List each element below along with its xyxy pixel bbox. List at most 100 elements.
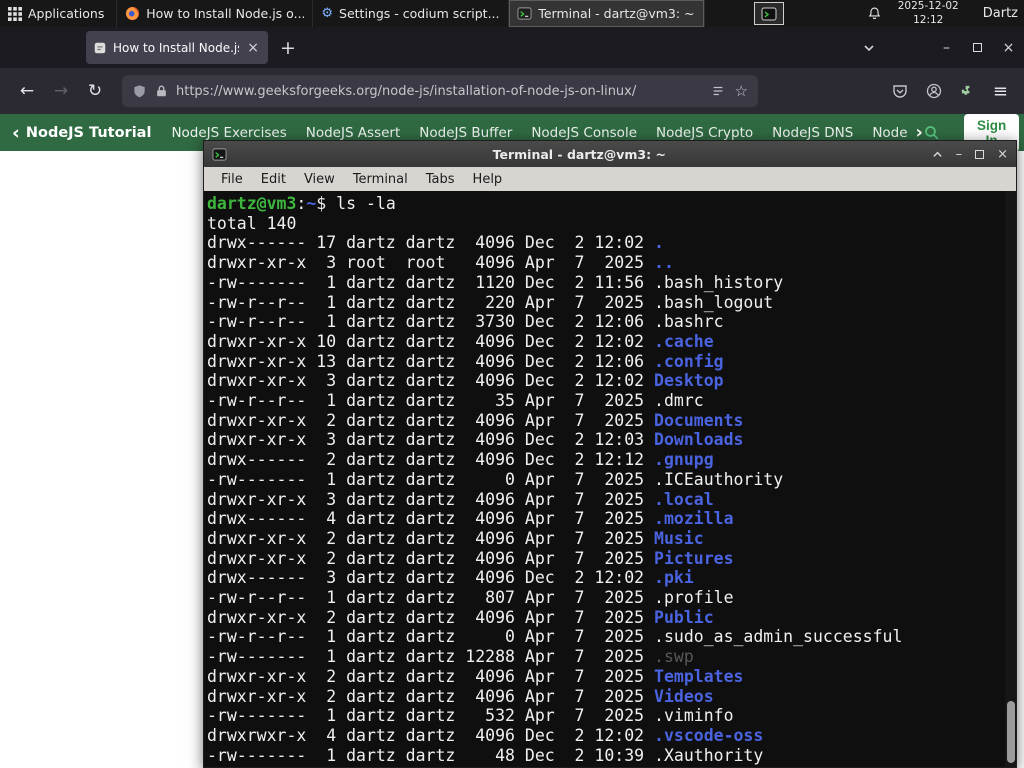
- applications-grid-icon: [8, 6, 22, 21]
- file-entry: .mozilla: [654, 509, 734, 529]
- terminal-screen[interactable]: dartz@vm3:~$ ls -la total 140 drwx------…: [204, 191, 1016, 767]
- site-nav-items: NodeJS Exercises NodeJS Assert NodeJS Buff…: [171, 125, 907, 141]
- window-maximize-button[interactable]: [962, 43, 993, 52]
- taskbar-label: Terminal - dartz@vm3: ~: [538, 6, 695, 21]
- back-button[interactable]: ←: [10, 81, 44, 101]
- window-minimize-button[interactable]: –: [931, 40, 962, 56]
- terminal-maximize-button[interactable]: [975, 149, 985, 159]
- terminal-icon: [761, 7, 777, 20]
- file-entry: .sudo_as_admin_successful: [654, 627, 903, 647]
- window-close-button[interactable]: ×: [993, 40, 1024, 56]
- reader-view-icon[interactable]: [711, 84, 725, 98]
- taskbar-label: Settings - codium script...: [339, 6, 500, 21]
- rollup-chevron-icon[interactable]: [932, 149, 943, 160]
- file-entry: Templates: [654, 666, 744, 686]
- extensions-puzzle-icon[interactable]: [960, 84, 975, 99]
- tab-close-icon[interactable]: ×: [245, 40, 261, 56]
- site-nav-link-nodejs-exercises[interactable]: NodeJS Exercises: [171, 125, 286, 141]
- search-icon: [925, 126, 939, 140]
- nodejs-tutorial-link[interactable]: ‹ NodeJS Tutorial: [12, 122, 151, 144]
- pocket-icon[interactable]: [892, 83, 908, 99]
- new-tab-button[interactable]: +: [268, 37, 308, 59]
- terminal-minimize-button[interactable]: –: [956, 147, 963, 162]
- file-entry: .ICEauthority: [654, 469, 784, 489]
- file-entry: .Xauthority: [654, 745, 764, 765]
- file-entry: .local: [654, 489, 714, 509]
- terminal-menu-file[interactable]: File: [212, 172, 252, 187]
- file-entry: .vscode-oss: [654, 725, 764, 745]
- url-bar[interactable]: https://www.geeksforgeeks.org/node-js/in…: [122, 75, 758, 107]
- taskbar-item-terminal[interactable]: Terminal - dartz@vm3: ~: [509, 0, 706, 27]
- site-search-button[interactable]: [923, 124, 940, 141]
- file-entry: .xscreensaver: [654, 765, 783, 767]
- file-entry: .gnupg: [654, 450, 714, 470]
- reload-button[interactable]: ↻: [78, 81, 112, 101]
- file-entry: .dmrc: [654, 391, 704, 411]
- clock-date: 2025-12-02: [897, 0, 959, 13]
- chevron-left-icon: ‹: [12, 121, 20, 144]
- chevron-down-icon: [864, 44, 874, 51]
- site-nav-link-nodejs-console[interactable]: NodeJS Console: [531, 125, 637, 141]
- nodejs-tutorial-label: NodeJS Tutorial: [25, 124, 152, 141]
- top-panel: Applications How to Install Node.js o...…: [0, 0, 1024, 27]
- clock-time: 12:12: [913, 13, 944, 26]
- file-entry: .viminfo: [654, 706, 734, 726]
- site-nav-link-node[interactable]: Node: [872, 125, 907, 141]
- terminal-title: Terminal - dartz@vm3: ~: [492, 146, 666, 162]
- file-entry: Pictures: [654, 548, 734, 568]
- browser-tab-bar: How to Install Node.js on × + – ×: [0, 27, 1024, 68]
- terminal-menu-tabs[interactable]: Tabs: [417, 172, 464, 187]
- browser-toolbar: ← → ↻ https://www.geeksforgeeks.org/node…: [0, 68, 1024, 114]
- terminal-menu-edit[interactable]: Edit: [252, 172, 295, 187]
- forward-button[interactable]: →: [44, 81, 78, 101]
- site-nav-link-nodejs-buffer[interactable]: NodeJS Buffer: [419, 125, 512, 141]
- terminal-titlebar[interactable]: Terminal - dartz@vm3: ~ – ×: [204, 141, 1016, 167]
- terminal-menu-help[interactable]: Help: [464, 172, 512, 187]
- file-entry: .swp: [654, 647, 694, 667]
- site-nav-link-nodejs-dns[interactable]: NodeJS DNS: [772, 125, 853, 141]
- scrollbar-thumb[interactable]: [1007, 701, 1015, 763]
- file-entry: .bash_logout: [654, 292, 774, 312]
- file-entry: Videos: [654, 686, 714, 706]
- maximize-icon: [973, 43, 982, 52]
- terminal-close-button[interactable]: ×: [997, 147, 1008, 162]
- terminal-menubar: File Edit View Terminal Tabs Help: [204, 167, 1016, 191]
- tray-terminal-icon[interactable]: [753, 2, 784, 25]
- bell-icon: [869, 7, 881, 20]
- panel-clock[interactable]: 2025-12-02 12:12: [888, 0, 969, 26]
- file-entry: .config: [654, 351, 724, 371]
- site-nav-link-nodejs-assert[interactable]: NodeJS Assert: [306, 125, 401, 141]
- terminal-menu-terminal[interactable]: Terminal: [344, 172, 417, 187]
- file-entry: Music: [654, 528, 704, 548]
- hamburger-menu-icon[interactable]: ≡: [993, 81, 1008, 102]
- file-entry: .profile: [654, 588, 734, 608]
- account-icon[interactable]: [926, 83, 942, 99]
- applications-menu-button[interactable]: Applications: [0, 0, 118, 27]
- file-entry: Documents: [654, 410, 744, 430]
- file-entry: .bash_history: [654, 272, 784, 292]
- panel-user-label: Dartz: [982, 6, 1018, 21]
- terminal-menu-view[interactable]: View: [295, 172, 344, 187]
- file-entry: .bashrc: [654, 312, 724, 332]
- tab-title: How to Install Node.js on: [113, 40, 240, 55]
- firefox-icon: [126, 6, 140, 21]
- site-nav-link-nodejs-crypto[interactable]: NodeJS Crypto: [656, 125, 753, 141]
- file-entry: .: [654, 233, 664, 253]
- tab-favicon: [94, 42, 106, 53]
- file-entry: .pki: [654, 568, 694, 588]
- taskbar-item-settings[interactable]: ⚙ Settings - codium script...: [313, 0, 510, 27]
- desktop: Applications How to Install Node.js o...…: [0, 0, 1024, 768]
- taskbar-item-browser[interactable]: How to Install Node.js o...: [117, 0, 314, 27]
- terminal-scrollbar[interactable]: [1005, 191, 1016, 767]
- applications-label: Applications: [28, 6, 105, 21]
- lock-icon[interactable]: [155, 84, 168, 98]
- list-all-tabs-button[interactable]: [853, 42, 885, 54]
- shield-icon[interactable]: [132, 84, 147, 99]
- browser-tab[interactable]: How to Install Node.js on ×: [86, 31, 268, 64]
- url-text: https://www.geeksforgeeks.org/node-js/in…: [176, 83, 637, 99]
- terminal-icon: [517, 7, 532, 20]
- bookmark-star-icon[interactable]: ☆: [735, 82, 748, 100]
- terminal-icon: [212, 147, 227, 161]
- file-entry: Public: [654, 607, 714, 627]
- notifications-button[interactable]: [862, 6, 888, 21]
